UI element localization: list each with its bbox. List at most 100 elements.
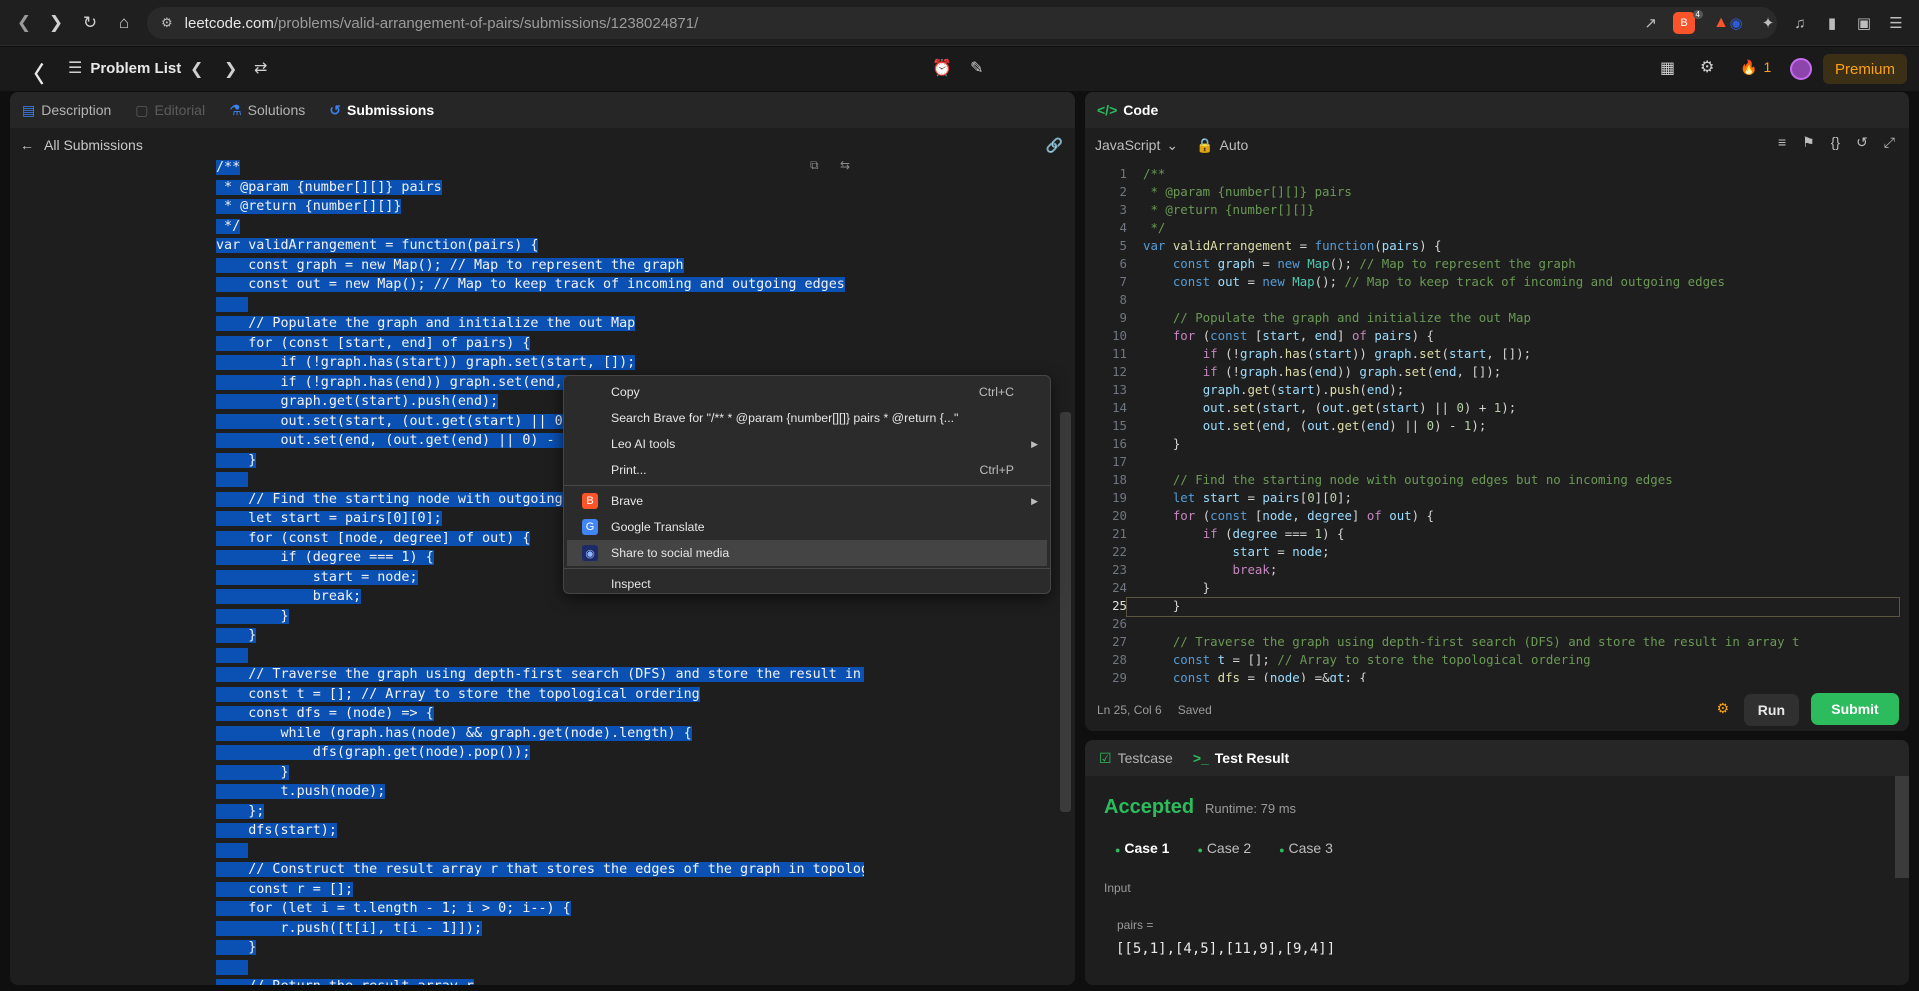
line-number: 12	[1112, 364, 1127, 379]
back-arrow-icon: ←	[20, 137, 34, 153]
menu-item-share[interactable]: ◉ Share to social media	[567, 540, 1047, 566]
history-icon: ↺	[329, 101, 341, 118]
editor-line: 29 const dfs = (node) =&gt; {	[1085, 670, 1909, 682]
extension-badge-icon[interactable]: ◉	[1722, 9, 1750, 37]
menu-item-search[interactable]: Search Brave for "/** * @param {number[]…	[564, 405, 1050, 431]
line-text: const graph = new Map(); // Map to repre…	[1172, 256, 1576, 271]
line-number: 15	[1112, 418, 1127, 433]
braces-icon[interactable]: {}	[1831, 134, 1840, 151]
inspect-label: Inspect	[611, 577, 651, 591]
all-submissions-link[interactable]: ← All Submissions 🔗	[10, 128, 1075, 162]
selected-text: }	[216, 764, 289, 780]
tab-test-result[interactable]: >_ Test Result	[1193, 750, 1289, 766]
code-line: };	[216, 802, 864, 822]
editor-line: 22 start = node;	[1085, 544, 1909, 562]
submit-button[interactable]: Submit	[1811, 693, 1899, 725]
line-number: 3	[1119, 202, 1127, 217]
code-line	[216, 958, 864, 978]
menu-item-leo[interactable]: Leo AI tools ▶	[564, 431, 1050, 457]
tab-description[interactable]: ▤ Description	[22, 102, 111, 119]
fullscreen-icon[interactable]: ⤢	[1884, 134, 1895, 151]
sidebar-icon[interactable]: ▮	[1818, 9, 1846, 37]
case-tab[interactable]: ● Case 1	[1115, 840, 1169, 856]
bookmark-icon[interactable]: ⚑	[1802, 134, 1815, 151]
url-path: /problems/valid-arrangement-of-pairs/sub…	[273, 14, 699, 32]
premium-button[interactable]: Premium	[1822, 54, 1907, 84]
scrollbar[interactable]	[1060, 412, 1071, 812]
layout-icon[interactable]: ▦	[1660, 58, 1675, 78]
scrollbar[interactable]	[1895, 776, 1909, 878]
pass-dot-icon: ●	[1279, 845, 1285, 855]
tab-submissions-label: Submissions	[346, 102, 435, 118]
menu-item-print[interactable]: Print... Ctrl+P	[564, 457, 1050, 483]
code-line: var validArrangement = function(pairs) {	[216, 236, 864, 256]
timer-icon[interactable]: ⏰	[932, 58, 952, 78]
brave-shields-icon[interactable]: B	[1673, 12, 1695, 34]
pass-dot-icon: ●	[1115, 845, 1121, 855]
search-label: Search Brave for "/** * @param {number[]…	[611, 411, 959, 425]
tab-description-label: Description	[41, 102, 112, 118]
reload-icon[interactable]: ↻	[72, 5, 108, 41]
line-number: 2	[1119, 184, 1127, 199]
menu-icon[interactable]: ☰	[1882, 9, 1910, 37]
notes-icon[interactable]: ✎	[970, 58, 983, 78]
line-text	[1127, 616, 1143, 634]
leetcode-logo[interactable]: 〈	[22, 57, 44, 89]
problem-list-button[interactable]: ☰ Problem List	[68, 58, 181, 78]
shuffle-icon[interactable]: ⇄	[254, 58, 267, 78]
debug-icon[interactable]: ⚙	[1716, 700, 1729, 717]
code-editor[interactable]: 1/** 2 * @param {number[][]} pairs 3 * @re…	[1085, 166, 1909, 682]
auto-toggle[interactable]: 🔒 Auto	[1196, 137, 1248, 154]
tab-solutions[interactable]: ⚗ Solutions	[229, 102, 305, 119]
run-button[interactable]: Run	[1743, 694, 1799, 726]
selected-text	[216, 296, 249, 312]
line-number: 23	[1112, 562, 1127, 577]
address-bar[interactable]: ⚙ leetcode.com/problems/valid-arrangemen…	[147, 7, 1777, 39]
line-number: 25	[1112, 598, 1127, 613]
streak-counter[interactable]: 🔥 1	[1740, 59, 1771, 76]
next-problem-icon[interactable]: ❯	[224, 59, 237, 79]
media-icon[interactable]: ♫	[1786, 9, 1814, 37]
cursor-position: Ln 25, Col 6	[1097, 702, 1162, 717]
editorial-icon: ▢	[135, 101, 149, 118]
settings-icon[interactable]: ⚙	[1700, 57, 1714, 77]
line-number: 13	[1112, 382, 1127, 397]
line-text: const dfs = (node) =&gt; {	[1172, 670, 1367, 682]
line-text: if (!graph.has(end)) graph.set(end, []);	[1202, 364, 1502, 379]
selected-text: for (const [node, degree] of out) {	[216, 530, 531, 546]
case-tab[interactable]: ● Case 3	[1279, 840, 1333, 856]
editor-line: 3 * @return {number[][]}	[1085, 202, 1909, 220]
code-line: t.push(node);	[216, 782, 864, 802]
case-tab[interactable]: ● Case 2	[1197, 840, 1251, 856]
verdict: Accepted	[1104, 796, 1195, 818]
home-icon[interactable]: ⌂	[106, 5, 142, 41]
share-icon[interactable]: ↗	[1644, 14, 1657, 32]
language-value: JavaScript	[1095, 136, 1161, 153]
selected-text: * @param {number[][]} pairs	[216, 179, 442, 195]
menu-item-brave[interactable]: B Brave ▶	[564, 488, 1050, 514]
avatar[interactable]	[1790, 58, 1812, 80]
extensions-icon[interactable]: ✦	[1754, 9, 1782, 37]
browser-extension-icons: ◉ ✦ ♫ ▮ ▣ ☰	[1722, 9, 1910, 37]
reset-icon[interactable]: ↺	[1856, 134, 1868, 151]
tab-editorial[interactable]: ▢ Editorial	[135, 102, 205, 119]
streak-count: 1	[1763, 59, 1772, 75]
site-settings-icon[interactable]: ⚙	[161, 15, 173, 31]
wallet-icon[interactable]: ▣	[1850, 9, 1878, 37]
forward-icon[interactable]: ❯	[38, 5, 74, 41]
terminal-icon: >_	[1192, 750, 1209, 766]
format-icon[interactable]: ≡	[1778, 134, 1786, 151]
menu-item-copy[interactable]: Copy Ctrl+C	[564, 379, 1050, 405]
brave-label: Brave	[611, 494, 644, 508]
back-icon[interactable]: ❮	[6, 5, 42, 41]
prev-problem-icon[interactable]: ❮	[190, 59, 203, 79]
tab-testcase[interactable]: ☑ Testcase	[1099, 750, 1173, 767]
menu-item-translate[interactable]: G Google Translate	[564, 514, 1050, 540]
selected-text: }	[216, 608, 289, 624]
tab-submissions[interactable]: ↺ Submissions	[329, 102, 434, 119]
selected-text: const graph = new Map(); // Map to repre…	[216, 257, 684, 273]
link-icon[interactable]: 🔗	[1046, 137, 1063, 154]
editor-line: 2 * @param {number[][]} pairs	[1085, 184, 1909, 202]
language-select[interactable]: JavaScript ⌄	[1095, 137, 1178, 154]
menu-item-inspect[interactable]: Inspect	[564, 571, 1050, 597]
